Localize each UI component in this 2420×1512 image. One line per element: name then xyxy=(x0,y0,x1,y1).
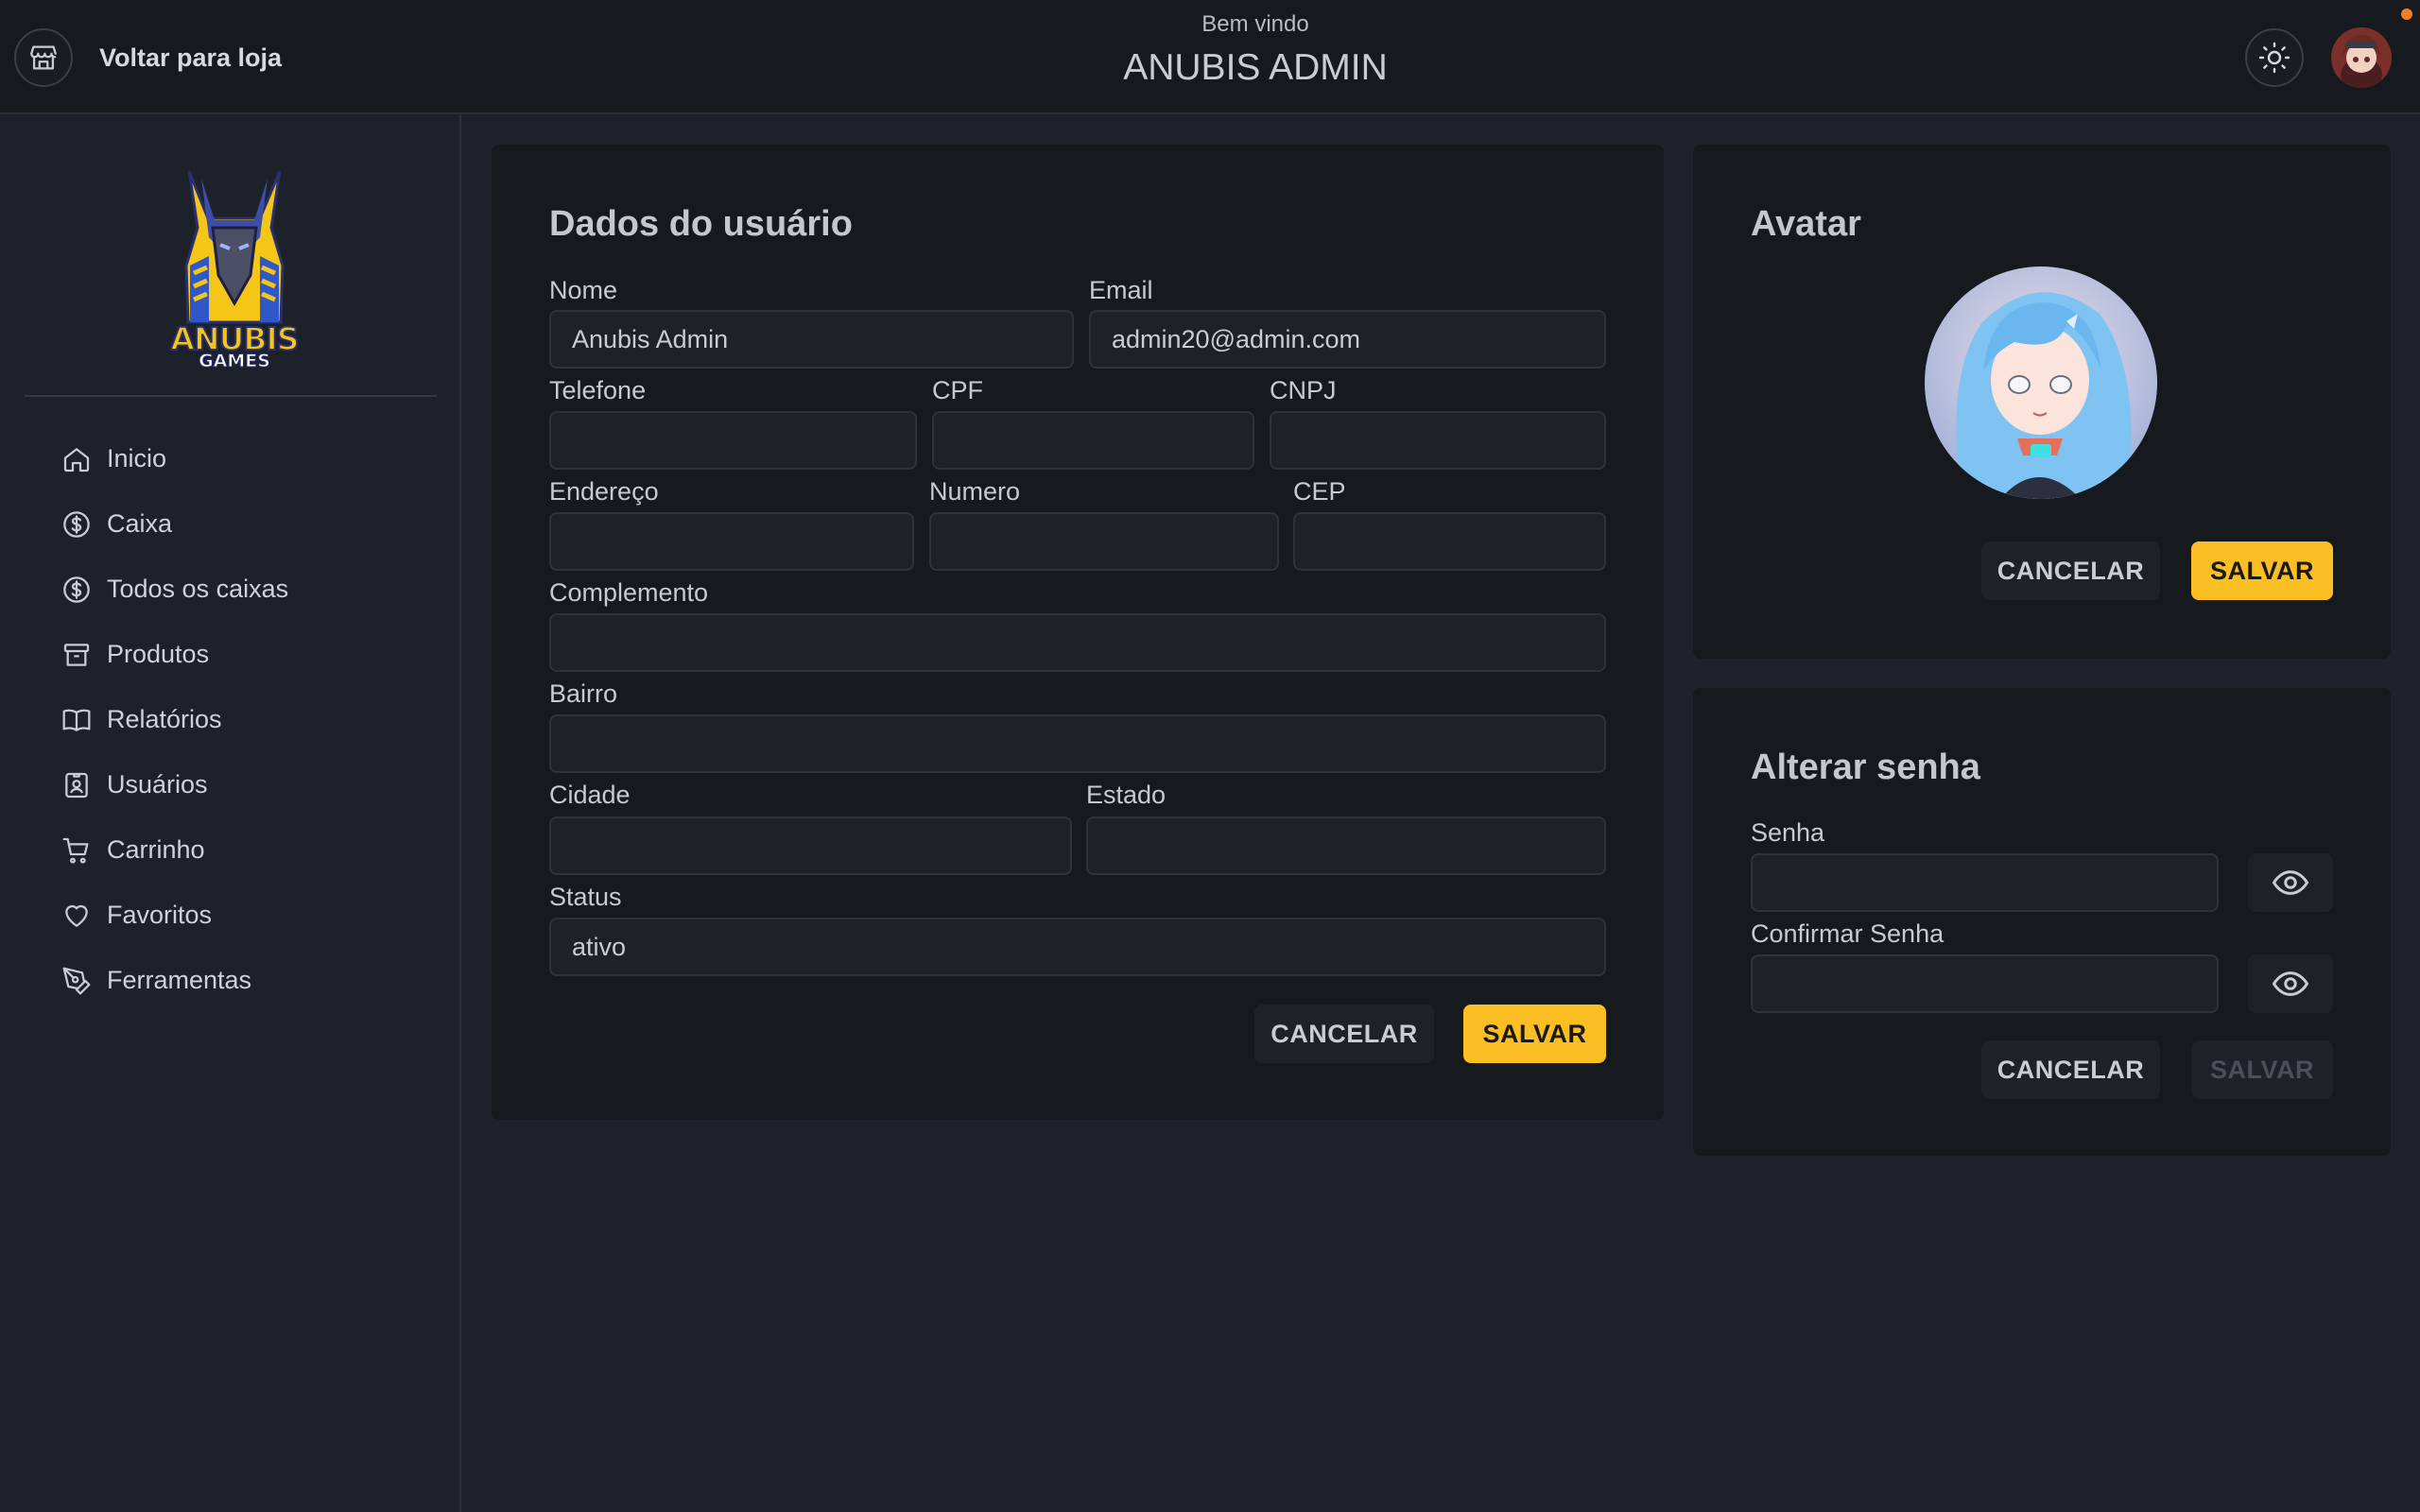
numero-field[interactable] xyxy=(929,512,1279,571)
status-field[interactable] xyxy=(549,918,1606,976)
sidebar-item-favoritos[interactable]: Favoritos xyxy=(60,883,288,948)
welcome-text: Bem vindo xyxy=(1201,11,1309,37)
password-cancel-button[interactable]: CANCELAR xyxy=(1981,1040,2160,1099)
eye-icon xyxy=(2272,971,2309,996)
sidebar-item-todos-os-caixas[interactable]: Todos os caixas xyxy=(60,557,288,622)
senha-label: Senha xyxy=(1751,818,1825,847)
dollar-circle-icon xyxy=(60,508,93,541)
sidebar-item-ferramentas[interactable]: Ferramentas xyxy=(60,948,288,1013)
nome-field[interactable] xyxy=(549,310,1074,369)
cep-field[interactable] xyxy=(1293,512,1606,571)
sidebar-item-label: Usuários xyxy=(107,770,208,799)
bairro-label: Bairro xyxy=(549,679,618,708)
status-label: Status xyxy=(549,883,622,911)
sidebar-item-label: Produtos xyxy=(107,640,210,668)
notification-dot xyxy=(2401,9,2412,20)
pen-tool-icon xyxy=(60,965,93,997)
sidebar: ANUBIS GAMES Inicio Caixa Todos os caixa… xyxy=(0,114,461,1512)
cidade-field[interactable] xyxy=(549,816,1072,875)
complemento-label: Complemento xyxy=(549,578,709,607)
sidebar-item-label: Caixa xyxy=(107,509,173,538)
endereco-field[interactable] xyxy=(549,512,914,571)
avatar-title: Avatar xyxy=(1751,204,1861,244)
estado-field[interactable] xyxy=(1086,816,1606,875)
logo-subtitle: GAMES xyxy=(199,351,271,372)
sidebar-item-caixa[interactable]: Caixa xyxy=(60,491,288,557)
user-avatar-button[interactable] xyxy=(2331,27,2392,88)
password-save-button[interactable]: SALVAR xyxy=(2191,1040,2333,1099)
sidebar-item-label: Favoritos xyxy=(107,901,213,929)
numero-label: Numero xyxy=(929,477,1021,506)
sidebar-item-carrinho[interactable]: Carrinho xyxy=(60,817,288,883)
nome-label: Nome xyxy=(549,276,618,304)
cep-label: CEP xyxy=(1293,477,1346,506)
book-open-icon xyxy=(60,704,93,736)
sidebar-item-relatorios[interactable]: Relatórios xyxy=(60,687,288,752)
user-badge-icon xyxy=(60,769,93,801)
estado-label: Estado xyxy=(1086,781,1167,809)
avatar-cancel-button[interactable]: CANCELAR xyxy=(1981,541,2160,600)
anubis-games-logo: ANUBIS GAMES xyxy=(165,162,303,372)
avatar-image[interactable] xyxy=(1925,266,2157,499)
sidebar-item-label: Ferramentas xyxy=(107,966,252,994)
show-confirm-password-button[interactable] xyxy=(2248,954,2333,1013)
sidebar-item-produtos[interactable]: Produtos xyxy=(60,622,288,687)
theme-toggle-button[interactable] xyxy=(2245,28,2304,87)
sidebar-nav: Inicio Caixa Todos os caixas Produtos Re… xyxy=(60,426,288,1013)
cnpj-label: CNPJ xyxy=(1270,376,1337,404)
cnpj-field[interactable] xyxy=(1270,411,1606,470)
confirm-password-field[interactable] xyxy=(1751,954,2219,1013)
archive-icon xyxy=(60,639,93,671)
cancel-button[interactable]: CANCELAR xyxy=(1254,1005,1434,1063)
page-title: ANUBIS ADMIN xyxy=(1123,47,1388,88)
save-button[interactable]: SALVAR xyxy=(1463,1005,1606,1063)
email-label: Email xyxy=(1089,276,1153,304)
cpf-field[interactable] xyxy=(932,411,1254,470)
telefone-field[interactable] xyxy=(549,411,917,470)
sidebar-item-label: Inicio xyxy=(107,444,167,472)
sidebar-item-usuarios[interactable]: Usuários xyxy=(60,752,288,817)
dollar-circle-icon xyxy=(60,574,93,606)
password-title: Alterar senha xyxy=(1751,747,1980,787)
complemento-field[interactable] xyxy=(549,613,1606,672)
heart-icon xyxy=(60,900,93,932)
avatar xyxy=(2331,27,2392,88)
sidebar-item-label: Carrinho xyxy=(107,835,205,864)
show-password-button[interactable] xyxy=(2248,853,2333,912)
sidebar-item-inicio[interactable]: Inicio xyxy=(60,426,288,491)
endereco-label: Endereço xyxy=(549,477,659,506)
cidade-label: Cidade xyxy=(549,781,631,809)
sidebar-item-label: Relatórios xyxy=(107,705,222,733)
home-icon xyxy=(60,443,93,475)
sun-icon xyxy=(2258,42,2290,74)
avatar-save-button[interactable]: SALVAR xyxy=(2191,541,2333,600)
confirmar-senha-label: Confirmar Senha xyxy=(1751,919,1945,948)
user-data-title: Dados do usuário xyxy=(549,204,853,244)
telefone-label: Telefone xyxy=(549,376,647,404)
email-field[interactable] xyxy=(1089,310,1606,369)
top-bar: Voltar para loja Bem vindo ANUBIS ADMIN xyxy=(0,0,2420,114)
sidebar-item-label: Todos os caixas xyxy=(107,575,289,603)
cart-icon xyxy=(60,834,93,867)
sidebar-divider xyxy=(25,395,437,397)
eye-icon xyxy=(2272,870,2309,895)
cpf-label: CPF xyxy=(932,376,983,404)
bairro-field[interactable] xyxy=(549,714,1606,773)
password-field[interactable] xyxy=(1751,853,2219,912)
